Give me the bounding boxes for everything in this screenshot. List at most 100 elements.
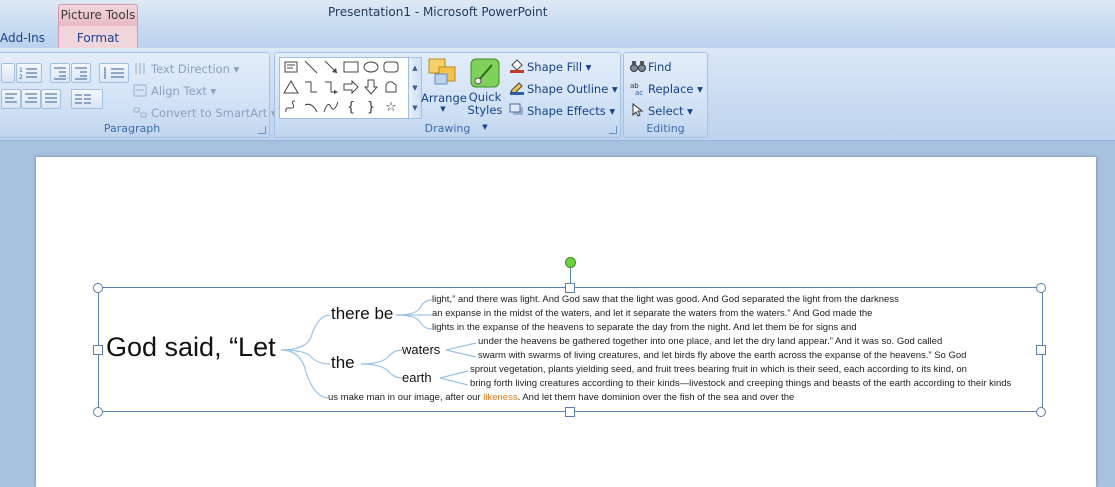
gallery-scroll-down-icon[interactable]: ▼ xyxy=(409,78,421,98)
line-spacing-button[interactable] xyxy=(99,63,129,83)
slide-workspace: God said, “Let there be the waters earth… xyxy=(0,141,1115,487)
resize-handle-bottom-left[interactable] xyxy=(93,407,103,417)
align-center-button[interactable] xyxy=(21,89,41,109)
left-brace-shape-icon[interactable]: { xyxy=(342,99,360,117)
resize-handle-top-middle[interactable] xyxy=(565,283,575,293)
columns-icon xyxy=(75,94,91,104)
select-label: Select xyxy=(648,104,684,118)
rectangle-shape-icon[interactable] xyxy=(342,59,360,77)
shape-fill-label: Shape Fill xyxy=(527,60,583,74)
triangle-shape-icon[interactable] xyxy=(282,79,300,97)
find-label: Find xyxy=(648,60,672,74)
textbox-shape-icon[interactable] xyxy=(282,59,300,77)
scribble-shape-icon[interactable] xyxy=(282,99,300,117)
leaf-text-3: lights in the expanse of the heavens to … xyxy=(432,322,857,333)
align-text-button[interactable]: Align Text ▾ xyxy=(133,84,216,98)
text-direction-button[interactable]: Text Direction ▾ xyxy=(133,62,239,76)
arrange-label: Arrange xyxy=(421,91,467,105)
leaf-text-8: us make man in our image, after our like… xyxy=(328,392,794,403)
decrease-indent-button[interactable] xyxy=(50,63,70,83)
right-arrow-shape-icon[interactable] xyxy=(342,79,360,97)
replace-button[interactable]: ab ac Replace ▾ xyxy=(630,81,703,97)
line-shape-icon[interactable] xyxy=(302,59,320,77)
gallery-scroll-up-icon[interactable]: ▲ xyxy=(409,58,421,78)
find-button[interactable]: Find xyxy=(630,59,672,74)
numbering-button[interactable]: 12 xyxy=(16,63,42,83)
arrow-line-shape-icon[interactable] xyxy=(322,59,340,77)
leaf-text-2: an expanse in the midst of the waters, a… xyxy=(432,308,873,319)
shapes-gallery-scroll[interactable]: ▲ ▼ ▼ xyxy=(408,57,422,119)
right-brace-shape-icon[interactable]: } xyxy=(362,99,380,117)
ribbon-tab-row: Add-Ins Format xyxy=(0,26,1115,49)
resize-handle-top-right[interactable] xyxy=(1036,283,1046,293)
decrease-indent-icon xyxy=(54,67,66,80)
replace-label: Replace xyxy=(648,82,694,96)
freeform-shape-icon[interactable] xyxy=(382,79,400,97)
paragraph-group: 12 Text Direction ▾ Align Text ▾ Convert… xyxy=(0,52,277,138)
arrange-button[interactable]: Arrange ▼ xyxy=(421,57,467,117)
numbering-icon: 12 xyxy=(19,67,37,81)
justify-icon xyxy=(45,93,57,103)
bullets-button[interactable] xyxy=(1,63,15,83)
leaf-text-8-end: . And let them have dominion over the fi… xyxy=(517,392,795,403)
shape-outline-label: Shape Outline xyxy=(527,82,609,96)
increase-indent-button[interactable] xyxy=(71,63,91,83)
quick-styles-icon xyxy=(465,57,505,91)
editing-group-label: Editing xyxy=(646,122,685,135)
pencil-outline-icon xyxy=(509,81,524,95)
leaf-text-5: swarm with swarms of living creatures, a… xyxy=(478,350,967,361)
replace-icon: ab ac xyxy=(630,81,644,97)
justify-button[interactable] xyxy=(41,89,61,109)
sub-branch-earth: earth xyxy=(402,370,432,385)
resize-handle-bottom-middle[interactable] xyxy=(565,407,575,417)
resize-handle-bottom-right[interactable] xyxy=(1036,407,1046,417)
select-button[interactable]: Select ▾ xyxy=(630,102,693,118)
tab-add-ins[interactable]: Add-Ins xyxy=(0,26,45,48)
rotation-handle[interactable] xyxy=(565,257,576,268)
slide-canvas[interactable]: God said, “Let there be the waters earth… xyxy=(36,157,1096,487)
line-spacing-icon xyxy=(104,67,124,79)
convert-to-smartart-label: Convert to SmartArt xyxy=(151,106,268,120)
increase-indent-icon xyxy=(75,67,87,80)
align-right-icon xyxy=(25,93,37,103)
text-direction-label: Text Direction xyxy=(151,62,230,76)
star-shape-icon[interactable]: ☆ xyxy=(382,99,400,117)
shape-effects-button[interactable]: Shape Effects ▾ xyxy=(509,103,615,118)
align-left-icon xyxy=(5,93,17,103)
shape-effects-label: Shape Effects xyxy=(527,104,606,118)
quick-styles-button[interactable]: Quick Styles ▼ xyxy=(465,57,505,131)
highlighted-word-likeness: likeness xyxy=(483,392,518,403)
shape-effects-icon xyxy=(509,103,523,116)
align-text-label: Align Text xyxy=(151,84,207,98)
shape-fill-button[interactable]: Shape Fill ▾ xyxy=(509,59,591,74)
arc-shape-icon[interactable] xyxy=(302,99,320,117)
align-left-button[interactable] xyxy=(1,89,21,109)
drawing-dialog-launcher[interactable] xyxy=(609,126,617,134)
leaf-text-6: sprout vegetation, plants yielding seed,… xyxy=(470,364,967,375)
ribbon: 12 Text Direction ▾ Align Text ▾ Convert… xyxy=(0,48,1115,141)
leaf-text-1: light,” and there was light. And God saw… xyxy=(432,294,899,305)
convert-to-smartart-button[interactable]: Convert to SmartArt ▾ xyxy=(133,106,277,120)
resize-handle-middle-left[interactable] xyxy=(93,345,103,355)
tab-format[interactable]: Format xyxy=(58,26,138,48)
resize-handle-top-left[interactable] xyxy=(93,283,103,293)
binoculars-icon xyxy=(630,59,646,72)
shapes-gallery[interactable]: { } ☆ xyxy=(279,57,409,119)
gallery-more-icon[interactable]: ▼ xyxy=(409,98,421,118)
paint-bucket-icon xyxy=(509,59,524,73)
leaf-text-8-start: us make man in our image, after our xyxy=(328,392,484,403)
rounded-rectangle-shape-icon[interactable] xyxy=(382,59,400,77)
down-arrow-shape-icon[interactable] xyxy=(362,79,380,97)
svg-text:1: 1 xyxy=(19,67,23,74)
oval-shape-icon[interactable] xyxy=(362,59,380,77)
branch-there-be: there be xyxy=(331,304,394,323)
columns-button[interactable] xyxy=(71,89,103,109)
elbow-arrow-connector-icon[interactable] xyxy=(322,79,340,97)
curve-shape-icon[interactable] xyxy=(322,99,340,117)
resize-handle-middle-right[interactable] xyxy=(1036,345,1046,355)
smartart-icon xyxy=(133,106,147,119)
paragraph-dialog-launcher[interactable] xyxy=(258,126,266,134)
shape-outline-button[interactable]: Shape Outline ▾ xyxy=(509,81,618,96)
title-bar: Picture Tools Presentation1 - Microsoft … xyxy=(0,0,1115,27)
elbow-connector-icon[interactable] xyxy=(302,79,320,97)
